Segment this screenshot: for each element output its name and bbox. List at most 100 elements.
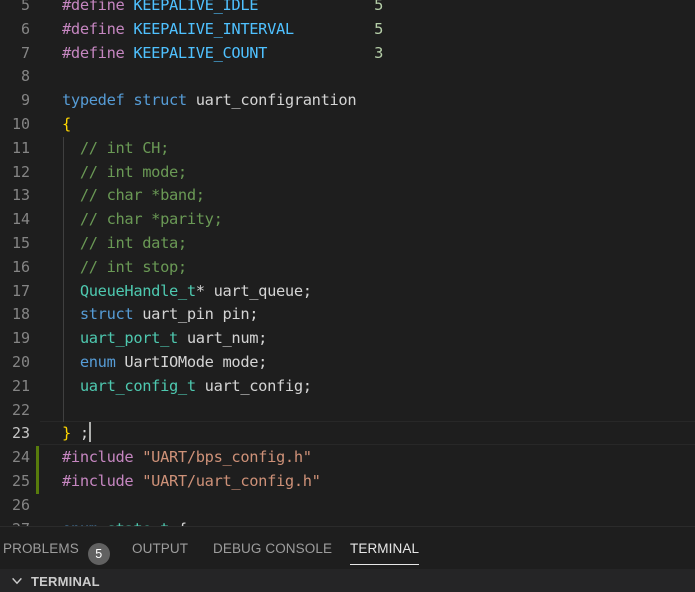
code-token: // int mode;: [62, 162, 187, 181]
code-line[interactable]: 23} ;: [0, 421, 695, 446]
tab-terminal[interactable]: TERMINAL: [350, 541, 420, 565]
code-token: #define: [62, 19, 134, 38]
line-code: #define KEEPALIVE_COUNT 3: [62, 42, 383, 66]
code-line[interactable]: 7 #define KEEPALIVE_COUNT 3: [0, 42, 695, 66]
code-token: #include: [62, 472, 143, 490]
code-line[interactable]: 10 {: [0, 113, 695, 137]
line-number: 17: [11, 281, 30, 300]
tab-output[interactable]: OUTPUT: [132, 541, 188, 556]
code-token: // char *band;: [62, 186, 205, 205]
code-line[interactable]: 11 // int CH;: [0, 137, 695, 161]
line-number: 6: [20, 19, 30, 38]
tab-terminal-label: TERMINAL: [350, 541, 420, 556]
tab-problems[interactable]: PROBLEMS 5: [3, 541, 110, 565]
code-token: typedef: [62, 91, 125, 110]
code-token: uart_config;: [195, 376, 312, 395]
code-line[interactable]: 18 struct uart_pin pin;: [0, 303, 695, 327]
code-line[interactable]: 17 QueueHandle_t* uart_queue;: [0, 280, 695, 304]
code-line[interactable]: 24 #include "UART/bps_config.h": [0, 446, 695, 471]
line-number: 12: [11, 162, 30, 181]
code-line[interactable]: 19 uart_port_t uart_num;: [0, 327, 695, 351]
line-code: QueueHandle_t* uart_queue;: [62, 280, 312, 304]
line-code: // int data;: [62, 232, 187, 256]
code-token: uart_num;: [177, 329, 268, 348]
code-line[interactable]: 25 #include "UART/uart_config.h": [0, 470, 695, 494]
line-number: 27: [0, 518, 30, 526]
line-number: 13: [11, 186, 30, 205]
line-number: 22: [11, 400, 30, 419]
line-code: uart_config_t uart_config;: [62, 375, 312, 399]
code-line[interactable]: 20 enum UartIOMode mode;: [0, 351, 695, 375]
code-token: uart_port_t: [79, 329, 178, 348]
code-line[interactable]: 13 // char *band;: [0, 184, 695, 208]
line-number: 25: [11, 472, 30, 490]
tab-debug-console[interactable]: DEBUG CONSOLE: [213, 541, 332, 556]
line-code: // int CH;: [62, 137, 170, 161]
code-token: #define: [62, 0, 134, 14]
code-token: ;: [70, 424, 89, 443]
code-line[interactable]: 6 #define KEEPALIVE_INTERVAL 5: [0, 18, 695, 42]
line-code: // int mode;: [62, 161, 187, 185]
tab-output-label: OUTPUT: [132, 541, 189, 556]
code-line[interactable]: 22: [0, 399, 695, 423]
code-line[interactable]: 21 uart_config_t uart_config;: [0, 375, 695, 399]
line-number: 19: [11, 329, 30, 348]
code-token: // char *parity;: [62, 210, 223, 229]
code-token: KEEPALIVE_COUNT: [133, 43, 268, 62]
bottom-panel: PROBLEMS 5 OUTPUT DEBUG CONSOLE TERMINAL …: [0, 526, 695, 592]
line-code: #define KEEPALIVE_IDLE 5: [62, 0, 383, 18]
code-line[interactable]: 16 // int stop;: [0, 256, 695, 280]
terminal-section-header[interactable]: TERMINAL: [0, 569, 695, 592]
code-line[interactable]: 9 typedef struct uart_configrantion: [0, 89, 695, 113]
code-token: struct: [79, 305, 134, 324]
text-cursor: [88, 422, 91, 443]
line-number: 10: [11, 115, 30, 133]
line-code: } ;: [62, 422, 91, 446]
line-code: // int stop;: [62, 256, 187, 280]
line-code: enum UartIOMode mode;: [62, 351, 268, 375]
code-token: uart_config_t: [79, 376, 196, 395]
code-token: {: [62, 115, 71, 133]
code-line[interactable]: 12 // int mode;: [0, 161, 695, 185]
code-token: #include: [62, 448, 143, 467]
panel-tab-bar: PROBLEMS 5 OUTPUT DEBUG CONSOLE TERMINAL: [0, 527, 695, 569]
line-number: 16: [11, 257, 30, 276]
code-token: "UART/bps_config.h": [142, 448, 312, 467]
chevron-down-icon: [12, 577, 22, 585]
code-line[interactable]: 14 // char *parity;: [0, 208, 695, 232]
line-code: // char *parity;: [62, 208, 223, 232]
line-number: 11: [11, 138, 30, 157]
code-token: 3: [374, 43, 383, 62]
code-token: // int CH;: [62, 138, 170, 157]
code-token: 5: [374, 0, 383, 14]
line-number: 20: [11, 353, 30, 371]
code-token: KEEPALIVE_IDLE: [133, 0, 259, 14]
line-number: 21: [11, 376, 30, 395]
indent-guide: [63, 136, 64, 423]
line-code: uart_port_t uart_num;: [62, 327, 268, 351]
code-line[interactable]: 27 enum state_t {: [0, 518, 695, 526]
terminal-section-title: TERMINAL: [31, 574, 100, 589]
code-token: uart_configrantion: [186, 91, 357, 110]
code-token: #define: [62, 43, 134, 62]
code-line[interactable]: 5 #define KEEPALIVE_IDLE 5: [0, 0, 695, 18]
code-token: }: [62, 424, 71, 443]
code-editor[interactable]: 5 #define KEEPALIVE_IDLE 5 6 #define KEEPAL…: [0, 0, 695, 526]
line-code: // char *band;: [62, 184, 205, 208]
line-number: 24: [11, 448, 30, 467]
line-number: 7: [20, 43, 30, 62]
code-line[interactable]: 8: [0, 65, 695, 89]
code-line[interactable]: 15 // int data;: [0, 232, 695, 256]
code-token: UartIOMode mode;: [115, 353, 268, 371]
code-token: // int data;: [62, 234, 187, 252]
current-line-highlight: [40, 421, 695, 446]
code-token: // int stop;: [62, 257, 187, 276]
code-line[interactable]: 26: [0, 494, 695, 518]
code-token: struct: [133, 91, 187, 110]
